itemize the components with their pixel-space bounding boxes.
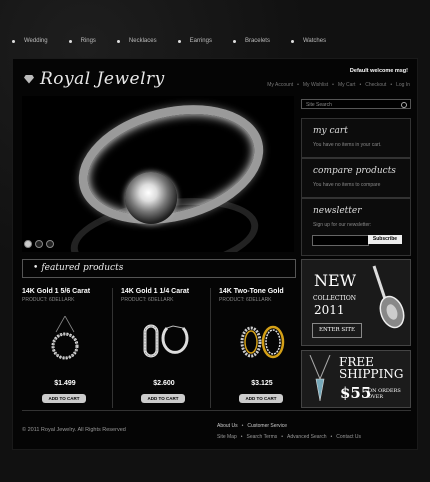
top-navigation: Wedding Rings Necklaces Earrings Bracele… xyxy=(0,0,430,50)
shipping-text: SHIPPING xyxy=(339,367,404,381)
bullet-icon xyxy=(177,39,181,43)
product-code: PRODUCT: 6DELLARK xyxy=(219,297,272,303)
checkout-link[interactable]: Checkout xyxy=(365,82,386,88)
bullet-icon xyxy=(232,39,236,43)
login-link[interactable]: Log In xyxy=(396,82,410,88)
cart-text: You have no items in your cart. xyxy=(313,142,382,148)
hoop-earrings-image[interactable] xyxy=(139,316,189,366)
pendant-necklace-image xyxy=(309,355,331,402)
product-card[interactable]: 14K Gold 1 1/4 Carat PRODUCT: 6DELLARK $… xyxy=(121,288,207,406)
product-price: $1.499 xyxy=(54,380,76,387)
banner-new: NEW xyxy=(314,271,357,290)
customer-service-link[interactable]: Customer Service xyxy=(247,423,287,429)
contact-us-link[interactable]: Contact Us xyxy=(336,434,361,440)
product-name[interactable]: 14K Two-Tone Gold xyxy=(219,288,305,295)
compare-box: compare products You have no items to co… xyxy=(301,158,411,198)
product-name[interactable]: 14K Gold 1 1/4 Carat xyxy=(121,288,207,295)
search-terms-link[interactable]: Search Terms xyxy=(247,434,278,440)
product-price: $3.125 xyxy=(251,380,273,387)
my-wishlist-link[interactable]: My Wishlist xyxy=(303,82,328,88)
featured-title: featured products xyxy=(33,263,123,273)
my-account-link[interactable]: My Account xyxy=(267,82,293,88)
product-card[interactable]: 14K Two-Tone Gold PRODUCT: 6DELLARK $3.1… xyxy=(219,288,305,406)
circle-pendant-image[interactable] xyxy=(40,316,90,366)
shipping-amount: $55 xyxy=(340,384,372,402)
newsletter-title: newsletter xyxy=(313,206,362,216)
logo-text: Royal Jewelry xyxy=(40,69,165,89)
footer-links: About Us • Customer Service Site Map • Sea… xyxy=(217,423,362,440)
account-links: My Account • My Wishlist • My Cart • Checko… xyxy=(267,82,410,88)
banner-year: 2011 xyxy=(314,303,345,317)
product-code: PRODUCT: 6DELLARK xyxy=(121,297,174,303)
advanced-search-link[interactable]: Advanced Search xyxy=(287,434,326,440)
bullet-icon xyxy=(290,39,294,43)
nav-item-wedding[interactable]: Wedding xyxy=(12,38,48,44)
cart-title: my cart xyxy=(313,126,348,136)
hero-slider[interactable] xyxy=(22,96,294,252)
slider-pagination xyxy=(24,240,54,248)
over-text: OVER xyxy=(368,394,384,400)
product-name[interactable]: 14K Gold 1 5/6 Carat xyxy=(22,288,108,295)
cart-box: my cart You have no items in your cart. xyxy=(301,118,411,158)
add-to-cart-button[interactable]: ADD TO CART xyxy=(141,394,185,403)
search-input[interactable]: Site Search xyxy=(301,99,411,109)
enter-site-button[interactable]: ENTER SITE xyxy=(312,323,362,338)
bullet-icon xyxy=(116,39,120,43)
nav-item-necklaces[interactable]: Necklaces xyxy=(116,38,157,44)
compare-text: You have no items to compare xyxy=(313,182,381,188)
free-shipping-title: FREE SHIPPING xyxy=(339,356,403,380)
orders-over: ON ORDERS OVER xyxy=(368,388,401,400)
diamond-icon xyxy=(24,74,34,84)
violin-brooch-image xyxy=(372,265,405,329)
newsletter-box: newsletter Sign up for our newsletter: S… xyxy=(301,198,411,256)
divider xyxy=(112,288,113,408)
slider-dot[interactable] xyxy=(46,240,54,248)
site-map-link[interactable]: Site Map xyxy=(217,434,237,440)
newsletter-text: Sign up for our newsletter: xyxy=(313,222,372,228)
two-tone-hoop-earrings-image[interactable] xyxy=(237,316,287,366)
product-code: PRODUCT: 6DELLARK xyxy=(22,297,75,303)
add-to-cart-button[interactable]: ADD TO CART xyxy=(42,394,86,403)
diamond-image xyxy=(125,172,177,224)
nav-link[interactable]: Wedding xyxy=(24,38,48,44)
new-collection-banner[interactable]: NEW COLLECTION 2011 ENTER SITE xyxy=(301,259,411,346)
about-us-link[interactable]: About Us xyxy=(217,423,238,429)
bullet-icon xyxy=(68,39,72,43)
product-price: $2.600 xyxy=(153,380,175,387)
nav-link[interactable]: Earrings xyxy=(190,38,212,44)
nav-link[interactable]: Necklaces xyxy=(129,38,157,44)
product-card[interactable]: 14K Gold 1 5/6 Carat PRODUCT: 6DELLARK $… xyxy=(22,288,108,406)
nav-item-rings[interactable]: Rings xyxy=(68,38,96,44)
bullet-icon xyxy=(12,39,15,43)
footer-divider xyxy=(22,410,411,411)
slider-dot[interactable] xyxy=(35,240,43,248)
subscribe-button[interactable]: Subscribe xyxy=(368,235,402,244)
add-to-cart-button[interactable]: ADD TO CART xyxy=(239,394,283,403)
welcome-message: Default welcome msg! xyxy=(349,68,408,74)
nav-item-earrings[interactable]: Earrings xyxy=(177,38,212,44)
newsletter-email-input[interactable] xyxy=(312,235,369,246)
compare-title: compare products xyxy=(313,166,396,176)
my-cart-link[interactable]: My Cart xyxy=(338,82,356,88)
search-icon[interactable] xyxy=(401,102,407,108)
site-logo[interactable]: Royal Jewelry xyxy=(24,69,165,89)
nav-link[interactable]: Watches xyxy=(303,38,326,44)
nav-item-watches[interactable]: Watches xyxy=(290,38,326,44)
divider xyxy=(210,288,211,408)
nav-item-bracelets[interactable]: Bracelets xyxy=(232,38,270,44)
featured-products-header: featured products xyxy=(22,259,296,278)
copyright: © 2011 Royal Jewelry. All Rights Reserve… xyxy=(22,427,126,433)
nav-link[interactable]: Bracelets xyxy=(245,38,270,44)
free-shipping-banner[interactable]: FREE SHIPPING $55 ON ORDERS OVER xyxy=(301,350,411,408)
nav-link[interactable]: Rings xyxy=(81,38,96,44)
banner-collection: COLLECTION xyxy=(313,295,356,302)
search-placeholder: Site Search xyxy=(306,102,332,108)
slider-dot[interactable] xyxy=(24,240,32,248)
